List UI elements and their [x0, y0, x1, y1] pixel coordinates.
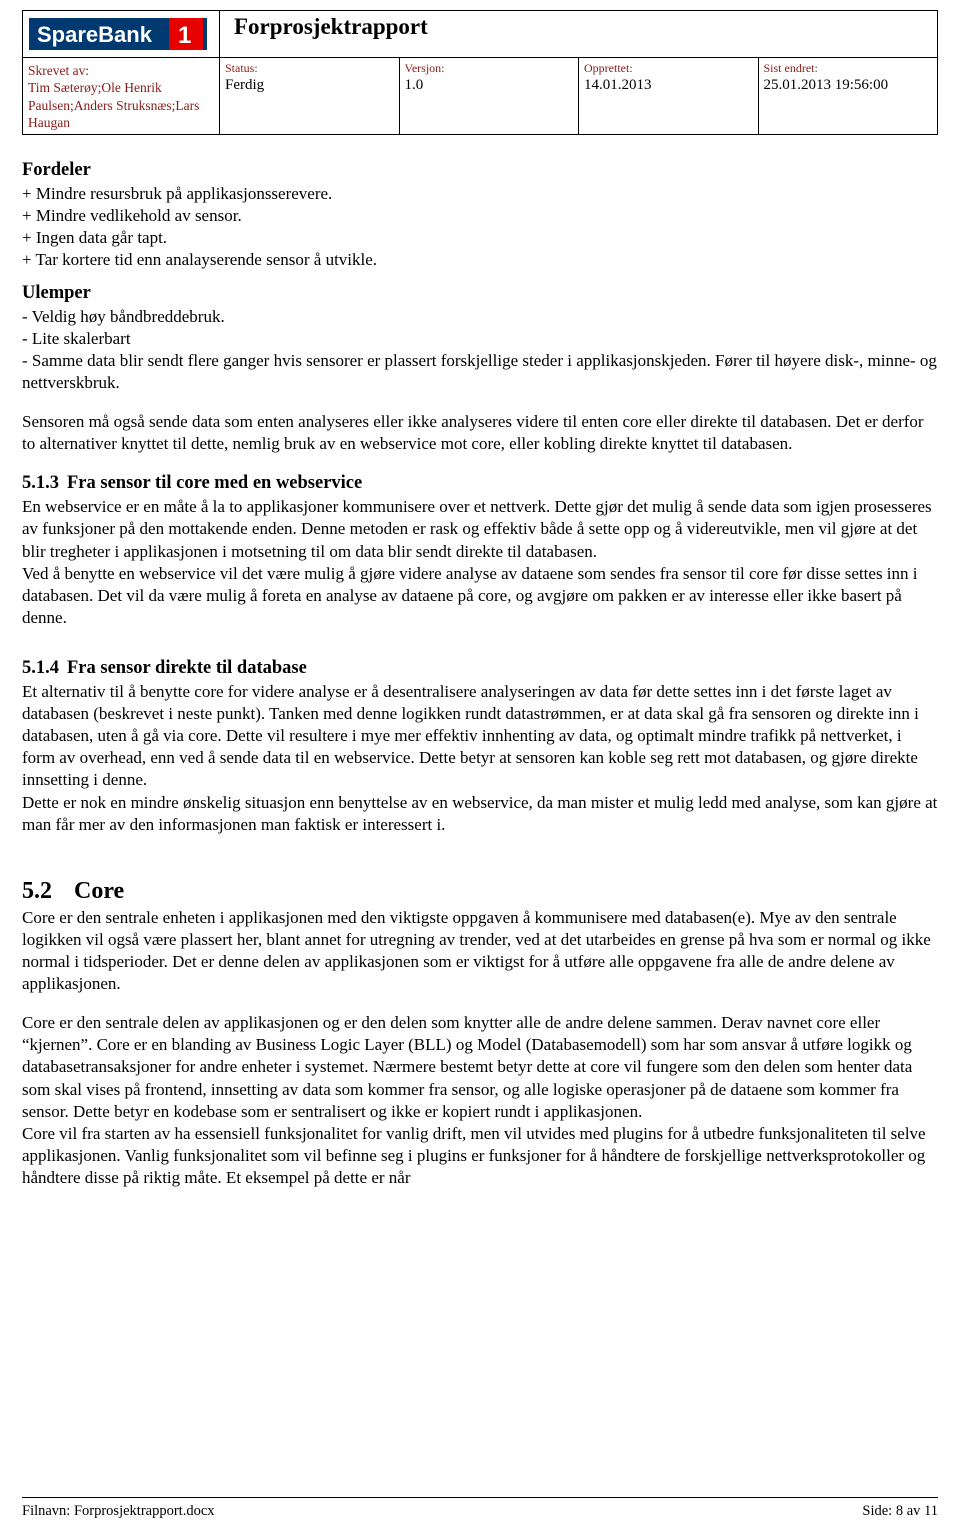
version-label: Versjon: — [404, 61, 445, 75]
created-cell: Opprettet: 14.01.2013 — [578, 56, 759, 136]
paragraph-sensor-data: Sensoren må også sende data som enten an… — [22, 412, 924, 454]
heading-ulemper: Ulemper — [22, 282, 91, 303]
version-value: 1.0 — [404, 77, 424, 94]
heading-513-title: Fra sensor til core med en webservice — [67, 473, 363, 494]
document-title-cell: Forprosjektrapport — [219, 10, 938, 58]
author-cell: Skrevet av: Tim Sæterøy;Ole Henrik Pauls… — [22, 56, 220, 136]
header-row-meta: Skrevet av: Tim Sæterøy;Ole Henrik Pauls… — [22, 56, 938, 136]
svg-text:SpareBank: SpareBank — [37, 22, 153, 47]
paragraph-514-b: Dette er nok en mindre ønskelig situasjo… — [22, 792, 938, 834]
paragraph-514-a: Et alternativ til å benytte core for vid… — [22, 682, 919, 790]
paragraph-513-a: En webservice er en måte å la to applika… — [22, 497, 932, 561]
svg-text:1: 1 — [178, 22, 191, 49]
logo-cell: SpareBank 1 — [22, 10, 220, 58]
version-cell: Versjon: 1.0 — [398, 56, 579, 136]
document-page: SpareBank 1 Forprosjektrapport Skrevet a… — [0, 10, 960, 1530]
list-item: + Mindre vedlikehold av sensor. — [22, 206, 242, 226]
list-item: - Samme data blir sendt flere ganger hvi… — [22, 350, 937, 392]
list-item: - Lite skalerbart — [22, 328, 131, 348]
author-names: Tim Sæterøy;Ole Henrik Paulsen;Anders St… — [28, 80, 200, 130]
created-value: 14.01.2013 — [584, 77, 652, 94]
footer-filename: Filnavn: Forprosjektrapport.docx — [22, 1503, 215, 1519]
footer-page-number: Side: 8 av 11 — [862, 1503, 938, 1519]
header-row-title: SpareBank 1 Forprosjektrapport — [22, 10, 938, 58]
heading-fordeler: Fordeler — [22, 160, 91, 181]
modified-cell: Sist endret: 25.01.2013 19:56:00 — [757, 56, 938, 136]
document-body: Fordeler + Mindre resursbruk på applikas… — [22, 135, 938, 1189]
list-fordeler: + Mindre resursbruk på applikasjonsserev… — [22, 183, 938, 271]
author-label: Skrevet av: — [28, 63, 90, 78]
page-footer: Filnavn: Forprosjektrapport.docx Side: 8… — [22, 1497, 938, 1520]
heading-514-title: Fra sensor direkte til database — [67, 657, 307, 678]
paragraph-52-a: Core er den sentrale enheten i applikasj… — [22, 907, 931, 994]
list-ulemper: - Veldig høy båndbreddebruk. - Lite skal… — [22, 306, 938, 394]
modified-label: Sist endret: — [763, 61, 818, 75]
heading-52-title: Core — [74, 877, 125, 904]
modified-value: 25.01.2013 19:56:00 — [763, 77, 889, 94]
heading-513-number: 5.1.3 — [22, 473, 59, 494]
list-item: - Veldig høy båndbreddebruk. — [22, 306, 225, 326]
list-item: + Ingen data går tapt. — [22, 228, 168, 248]
list-item: + Mindre resursbruk på applikasjonsserev… — [22, 184, 333, 204]
paragraph-513-b: Ved å benytte en webservice vil det være… — [22, 563, 918, 627]
status-value: Ferdig — [225, 77, 265, 94]
status-label: Status: — [225, 61, 258, 75]
heading-513: 5.1.3 Fra sensor til core med en webserv… — [22, 472, 938, 496]
heading-52: 5.2 Core — [22, 876, 938, 907]
document-header-table: SpareBank 1 Forprosjektrapport Skrevet a… — [22, 10, 938, 136]
paragraph-52-b: Core er den sentrale delen av applikasjo… — [22, 1013, 913, 1121]
paragraph-52-c: Core vil fra starten av ha essensiell fu… — [22, 1123, 926, 1187]
status-cell: Status: Ferdig — [219, 56, 400, 136]
page-title: Forprosjektrapport — [234, 14, 428, 39]
heading-52-number: 5.2 — [22, 877, 52, 904]
heading-514-number: 5.1.4 — [22, 657, 59, 678]
created-label: Opprettet: — [584, 61, 633, 75]
sparebank1-logo: SpareBank 1 — [23, 11, 219, 57]
list-item: + Tar kortere tid enn analayserende sens… — [22, 250, 378, 270]
heading-514: 5.1.4 Fra sensor direkte til database — [22, 657, 938, 681]
